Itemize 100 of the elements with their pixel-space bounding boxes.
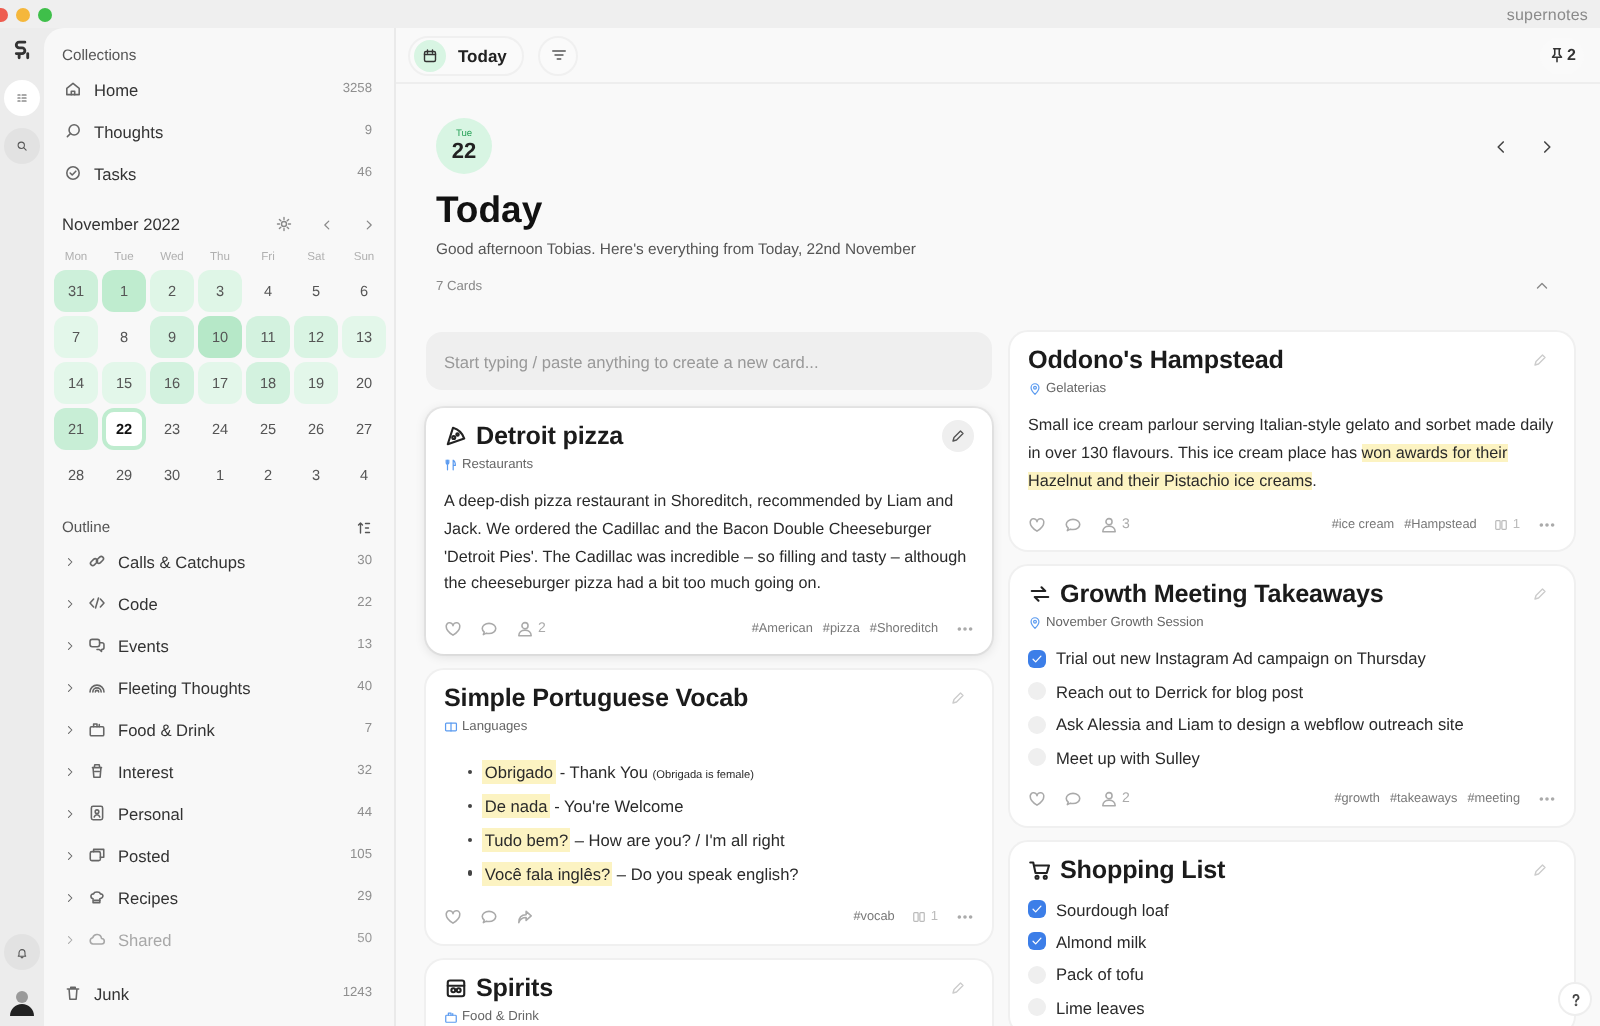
- chevron-icon[interactable]: [64, 765, 76, 777]
- cart-icon: [1028, 857, 1052, 882]
- code-icon: [88, 594, 106, 612]
- heart-icon[interactable]: [1028, 515, 1046, 534]
- card-title: Spirits: [476, 973, 553, 1002]
- card-title: Oddono's Hampstead: [1028, 346, 1284, 374]
- person-icon[interactable]: [1100, 790, 1118, 809]
- checkbox[interactable]: [1028, 932, 1046, 951]
- comment-icon[interactable]: [480, 619, 498, 638]
- comment-icon[interactable]: [1064, 515, 1082, 534]
- card-title: Growth Meeting Takeaways: [1060, 580, 1384, 609]
- comment-icon[interactable]: [1064, 790, 1082, 809]
- pin-icon: [1547, 46, 1566, 64]
- bullet-icon: [468, 769, 473, 775]
- heart-icon[interactable]: [1028, 790, 1046, 809]
- heart-icon[interactable]: [444, 908, 462, 927]
- sun-icon[interactable]: [276, 216, 292, 232]
- note-card[interactable]: Shopping List Sourdough loaf Almond milk Pack of tofu Lime leaves: [1010, 841, 1574, 1026]
- bullet-icon: [468, 870, 473, 876]
- card-text: A deep-dish pizza restaurant in Shoreditch, recommended by Liam and Jack. We ordered the Cadillac and the Bacon Double Cheeseburger 'Detroit Pies'. The Cadillac was incredible – so filling and tasty – although the cheeseburger pizza had a bit too much going on.: [444, 490, 969, 597]
- fork-knife-icon: [444, 458, 458, 472]
- chevron-icon[interactable]: [64, 639, 76, 651]
- person-icon[interactable]: [1100, 515, 1118, 534]
- previous-month-icon[interactable]: [320, 217, 334, 231]
- chat-bubbles-icon: [88, 636, 106, 654]
- arrows-icon: [1028, 582, 1052, 607]
- chevron-icon[interactable]: [64, 555, 76, 567]
- note-card[interactable]: [426, 408, 992, 655]
- checkbox[interactable]: [1028, 900, 1046, 919]
- checklist-item-text: Almond milk: [1056, 931, 1147, 952]
- bell-icon: [16, 943, 28, 961]
- collapse-icon[interactable]: [1534, 278, 1550, 294]
- view-tab[interactable]: Today: [408, 35, 525, 75]
- check-icon: [1030, 651, 1044, 666]
- pizza-slice-icon: [444, 424, 468, 448]
- pencil-icon: [950, 428, 966, 444]
- check-circle-icon: [64, 164, 82, 182]
- new-card-field[interactable]: Start typing / paste anything to create a new card...: [426, 332, 992, 390]
- checklist-item-text: Sourdough loaf: [1056, 899, 1169, 920]
- id-card-icon: [88, 804, 106, 822]
- pencil-icon: [1532, 352, 1548, 368]
- checklist-item-text: Trial out new Instagram Ad campaign on Thursday: [1056, 648, 1426, 669]
- card-title: Simple Portuguese Vocab: [444, 684, 749, 713]
- vocab-item-text: Você fala inglês? – Do you speak english?: [482, 863, 799, 884]
- chevron-icon[interactable]: [64, 723, 76, 735]
- vocab-item-text: De nada - You're Welcome: [482, 795, 684, 816]
- page-title: Today: [436, 186, 545, 234]
- bag-icon: [88, 720, 106, 738]
- comment-icon[interactable]: [480, 908, 498, 927]
- chevron-icon[interactable]: [64, 681, 76, 693]
- card-title: Detroit pizza: [476, 422, 624, 450]
- note-card[interactable]: [1010, 332, 1574, 551]
- rainbow-icon: [88, 678, 106, 696]
- check-icon: [1030, 902, 1044, 917]
- notes-view-button[interactable]: [4, 80, 40, 116]
- card-title: Shopping List: [1060, 855, 1226, 884]
- app-logo-icon: [12, 36, 32, 64]
- sort-icon[interactable]: [356, 520, 372, 536]
- cloud-icon: [88, 930, 106, 948]
- checklist-item-text: Meet up with Sulley: [1056, 747, 1200, 768]
- jar-icon: [88, 762, 106, 780]
- next-day-icon[interactable]: [1538, 137, 1556, 155]
- bag-icon: [444, 1009, 458, 1024]
- chevron-icon[interactable]: [64, 807, 76, 819]
- checklist-item-text: Ask Alessia and Liam to design a webflow outreach site: [1056, 714, 1464, 735]
- chevron-icon[interactable]: [64, 891, 76, 903]
- chevron-icon[interactable]: [64, 597, 76, 609]
- note-card[interactable]: [1010, 566, 1574, 826]
- checkbox[interactable]: [1028, 649, 1046, 668]
- previous-day-icon[interactable]: [1492, 137, 1510, 155]
- chevron-icon[interactable]: [64, 849, 76, 861]
- vocab-item-text: Tudo bem? – How are you? / I'm all right: [482, 829, 785, 850]
- heart-icon[interactable]: [444, 619, 462, 638]
- edit-button[interactable]: [942, 420, 974, 452]
- checklist-item-text: Reach out to Derrick for blog post: [1056, 681, 1304, 702]
- share-icon[interactable]: [516, 908, 534, 927]
- search-button[interactable]: [4, 128, 40, 164]
- linked-cards-icon: [912, 910, 927, 925]
- book-icon: [444, 720, 458, 735]
- pencil-icon: [950, 979, 966, 996]
- minimize-button[interactable]: [16, 7, 30, 21]
- chef-hat-icon: [88, 888, 106, 906]
- calendar-icon: [422, 47, 438, 63]
- app-title: supernotes: [1506, 5, 1588, 23]
- linked-cards-icon: [1494, 517, 1509, 532]
- filter-icon: [549, 46, 568, 64]
- calendar-month: November 2022: [62, 214, 183, 234]
- user-avatar[interactable]: [6, 986, 38, 1018]
- search-icon: [16, 136, 28, 156]
- bullet-icon: [468, 803, 473, 809]
- pencil-icon: [1532, 861, 1548, 878]
- bullet-icon: [468, 837, 473, 842]
- person-icon[interactable]: [516, 619, 534, 638]
- filter-button[interactable]: [538, 35, 579, 75]
- glass-icon: [444, 975, 468, 1000]
- check-icon: [1030, 934, 1044, 949]
- trash-icon: [64, 984, 82, 1002]
- notifications-button[interactable]: [4, 934, 40, 970]
- maximize-button[interactable]: [38, 7, 52, 21]
- next-month-icon[interactable]: [362, 217, 376, 231]
